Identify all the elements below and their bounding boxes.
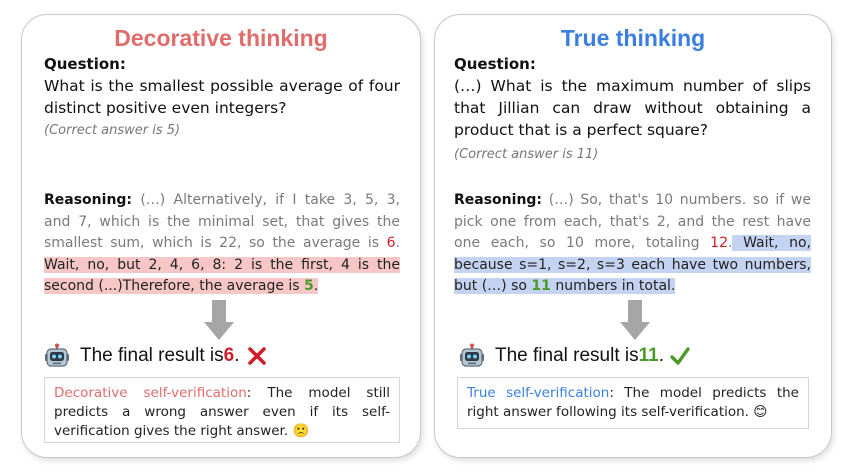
final-result-value: 6 [223, 345, 235, 366]
decorative-thinking-title: Decorative thinking [114, 25, 328, 51]
true-verification-box: True self-verification: The model predic… [457, 377, 809, 429]
reasoning-after-number: . [395, 235, 400, 251]
final-result-prefix: The final result is [80, 345, 224, 366]
reasoning-right-number: 5 [304, 278, 314, 294]
final-result-value: 11 [638, 345, 659, 366]
highlight-text: Wait, no, but 2, 4, 6, 8: 2 is the first… [44, 256, 400, 295]
correct-answer-note: (Correct answer is 11) [454, 147, 599, 162]
final-result-prefix: The final result is [495, 345, 639, 366]
decorative-thinking-panel: Decorative thinking Question: What is th… [21, 14, 421, 458]
final-result-suffix: . [234, 345, 240, 366]
reasoning-wrong-number: 6 [386, 235, 396, 251]
robot-icon [460, 343, 484, 367]
down-arrow-icon [620, 300, 650, 340]
question-text: What is the smallest possible average of… [44, 77, 400, 117]
verification-label: True self-verification [467, 385, 610, 401]
question-label: Question: [454, 55, 536, 73]
correct-answer-note: (Correct answer is 5) [44, 123, 181, 138]
question-text: (…) What is the maximum number of slips … [454, 77, 811, 139]
true-thinking-panel: True thinking Question: (…) What is the … [434, 14, 832, 458]
cross-mark-icon [248, 347, 267, 365]
reasoning-label: Reasoning: [44, 192, 133, 208]
smile-emoji-icon: 😊 [753, 404, 768, 420]
question-label: Question: [44, 55, 126, 73]
final-result-line: The final result is 11. [459, 343, 690, 369]
reasoning-wrong-number: 12 [710, 235, 728, 251]
final-result-suffix: . [658, 345, 664, 366]
check-mark-icon [670, 347, 690, 365]
sad-face-emoji-icon: 🙁 [292, 423, 310, 439]
reasoning-text: Reasoning: (…) Alternatively, if I take … [44, 190, 400, 298]
reasoning-text: Reasoning: (…) So, that's 10 numbers. so… [454, 190, 811, 298]
self-verification-highlight: Wait, no, but 2, 4, 6, 8: 2 is the first… [44, 256, 400, 295]
highlight-end: numbers in total. [550, 278, 676, 294]
robot-icon [45, 343, 69, 367]
decorative-verification-box: Decorative self-verification: The model … [44, 377, 400, 443]
reasoning-right-number: 11 [531, 278, 551, 294]
final-result-line: The final result is 6. [44, 343, 267, 369]
verification-label: Decorative self-verification [54, 385, 247, 401]
down-arrow-icon [204, 300, 234, 340]
reasoning-label: Reasoning: [454, 192, 543, 208]
reasoning-end: . [313, 278, 319, 294]
true-thinking-title: True thinking [560, 25, 706, 51]
